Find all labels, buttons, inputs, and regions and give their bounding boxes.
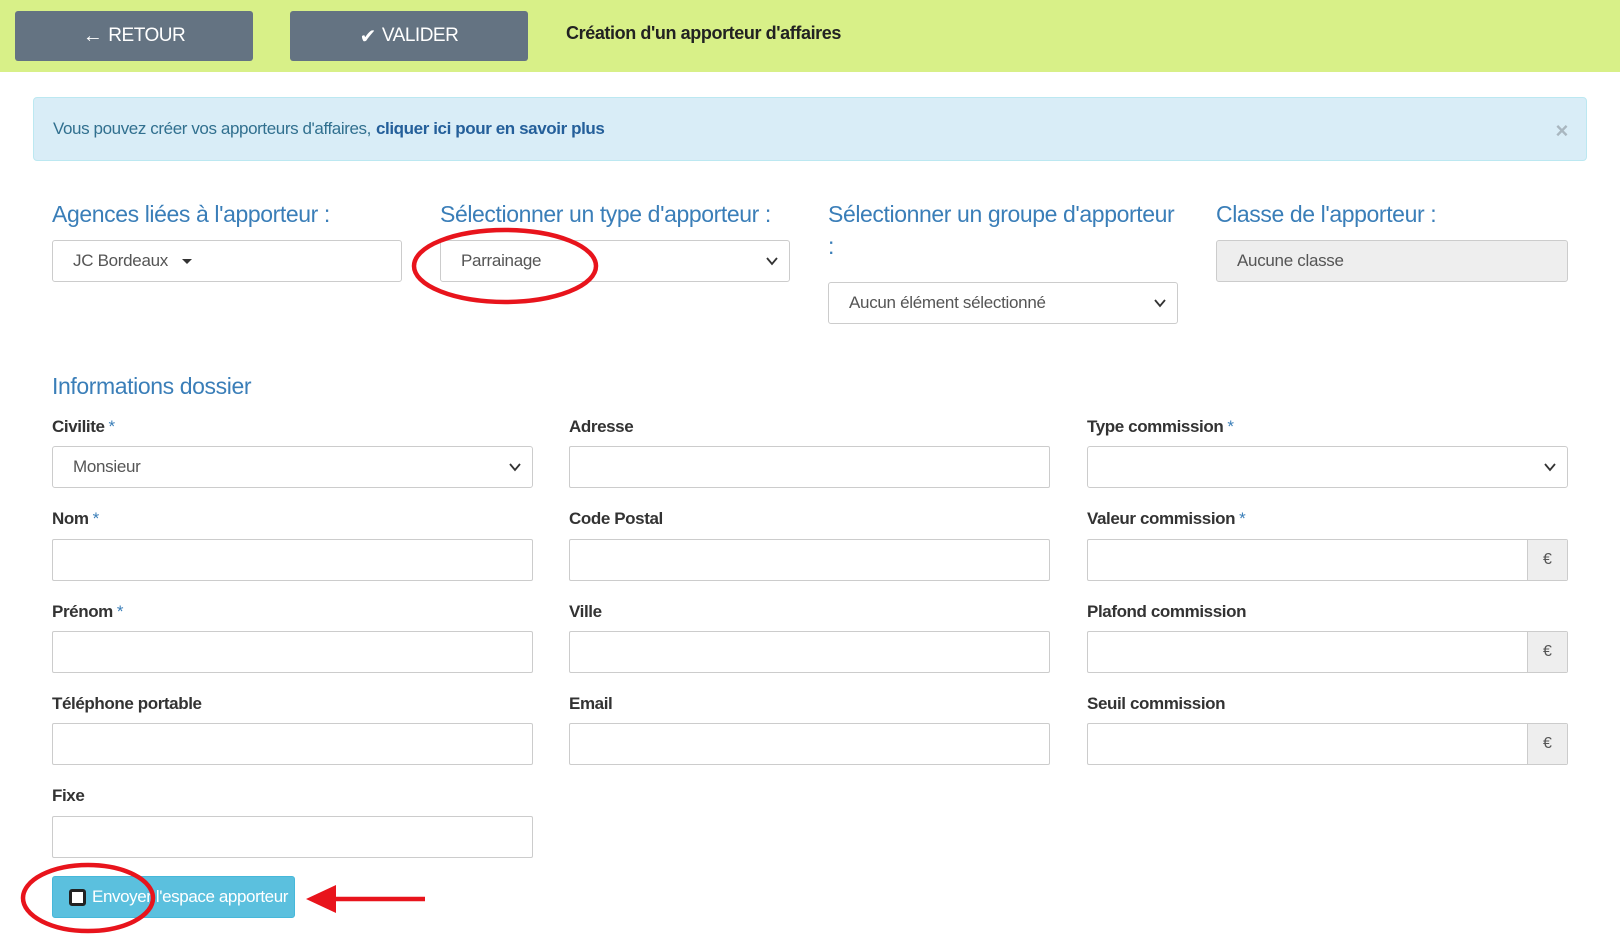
euro-addon: € <box>1527 724 1567 764</box>
type-value: Parrainage <box>461 251 542 270</box>
class-label: Classe de l'apporteur : <box>1216 201 1437 227</box>
prenom-label-text: Prénom <box>52 602 113 621</box>
civilite-value: Monsieur <box>73 457 141 476</box>
plafond-commission-input[interactable]: € <box>1087 631 1568 673</box>
euro-addon: € <box>1527 632 1567 672</box>
cp-input[interactable] <box>569 539 1050 581</box>
page-title: Création d'un apporteur d'affaires <box>566 23 841 43</box>
required-mark: * <box>1239 509 1246 528</box>
adresse-label: Adresse <box>569 417 634 436</box>
fixe-label: Fixe <box>52 786 85 805</box>
type-commission-select[interactable] <box>1087 446 1568 488</box>
civilite-select[interactable]: Monsieur <box>52 446 533 488</box>
chevron-down-icon <box>1154 299 1166 308</box>
alert-text: Vous pouvez créer vos apporteurs d'affai… <box>53 119 371 138</box>
valeur-commission-label: Valeur commission * <box>1087 509 1246 529</box>
checkbox-icon[interactable] <box>69 888 86 906</box>
tel-label: Téléphone portable <box>52 694 202 713</box>
send-space-label: Envoyer l'espace apporteur <box>92 887 289 906</box>
required-mark: * <box>108 417 116 436</box>
type-commission-label: Type commission * <box>1087 417 1234 437</box>
back-button-label: RETOUR <box>108 25 186 46</box>
agencies-label: Agences liées à l'apporteur : <box>52 201 330 227</box>
class-value: Aucune classe <box>1237 251 1344 270</box>
civilite-label: Civilite * <box>52 417 115 437</box>
type-commission-label-text: Type commission <box>1087 417 1224 436</box>
chevron-down-icon <box>509 463 521 472</box>
arrow-left-icon: ← <box>82 24 103 47</box>
info-alert: Vous pouvez créer vos apporteurs d'affai… <box>33 97 1587 161</box>
required-mark: * <box>1227 417 1234 436</box>
send-space-button[interactable]: Envoyer l'espace apporteur <box>52 876 295 918</box>
plafond-commission-label: Plafond commission <box>1087 602 1247 621</box>
type-select[interactable]: Parrainage <box>440 240 790 282</box>
nom-label: Nom * <box>52 509 99 529</box>
valeur-commission-input[interactable]: € <box>1087 539 1568 581</box>
prenom-input[interactable] <box>52 631 533 673</box>
agencies-dropdown[interactable]: JC Bordeaux <box>52 240 402 282</box>
section-title: Informations dossier <box>52 373 252 399</box>
close-icon[interactable]: × <box>1556 118 1569 144</box>
validate-button[interactable]: ✔ VALIDER <box>290 11 528 61</box>
ville-input[interactable] <box>569 631 1050 673</box>
email-input[interactable] <box>569 723 1050 765</box>
seuil-commission-label: Seuil commission <box>1087 694 1226 713</box>
agencies-value: JC Bordeaux <box>73 251 168 270</box>
type-label: Sélectionner un type d'apporteur : <box>440 201 771 227</box>
nom-input[interactable] <box>52 539 533 581</box>
validate-button-label: VALIDER <box>381 25 459 46</box>
learn-more-link[interactable]: cliquer ici pour en savoir plus <box>376 119 605 139</box>
back-button[interactable]: ← RETOUR <box>15 11 253 61</box>
cp-label: Code Postal <box>569 509 663 528</box>
group-value: Aucun élément sélectionné <box>849 293 1046 312</box>
required-mark: * <box>116 602 124 621</box>
annotation-arrow-head <box>306 885 336 913</box>
tel-input[interactable] <box>52 723 533 765</box>
civilite-label-text: Civilite <box>52 417 105 436</box>
nom-label-text: Nom <box>52 509 89 528</box>
check-icon: ✔ <box>359 25 377 48</box>
adresse-input[interactable] <box>569 446 1050 488</box>
seuil-commission-input[interactable]: € <box>1087 723 1568 765</box>
prenom-label: Prénom * <box>52 602 124 622</box>
valeur-commission-label-text: Valeur commission <box>1087 509 1236 528</box>
group-select[interactable]: Aucun élément sélectionné <box>828 282 1178 324</box>
chevron-down-icon <box>766 257 778 266</box>
caret-down-icon <box>181 258 192 264</box>
class-field: Aucune classe <box>1216 240 1568 282</box>
euro-addon: € <box>1527 540 1567 580</box>
group-label: Sélectionner un groupe d'apporteur : <box>828 201 1175 259</box>
email-label: Email <box>569 694 613 713</box>
top-toolbar: ← RETOUR ✔ VALIDER Création d'un apporte… <box>0 0 1620 72</box>
chevron-down-icon <box>1544 463 1556 472</box>
required-mark: * <box>92 509 100 528</box>
fixe-input[interactable] <box>52 816 533 858</box>
ville-label: Ville <box>569 602 602 621</box>
